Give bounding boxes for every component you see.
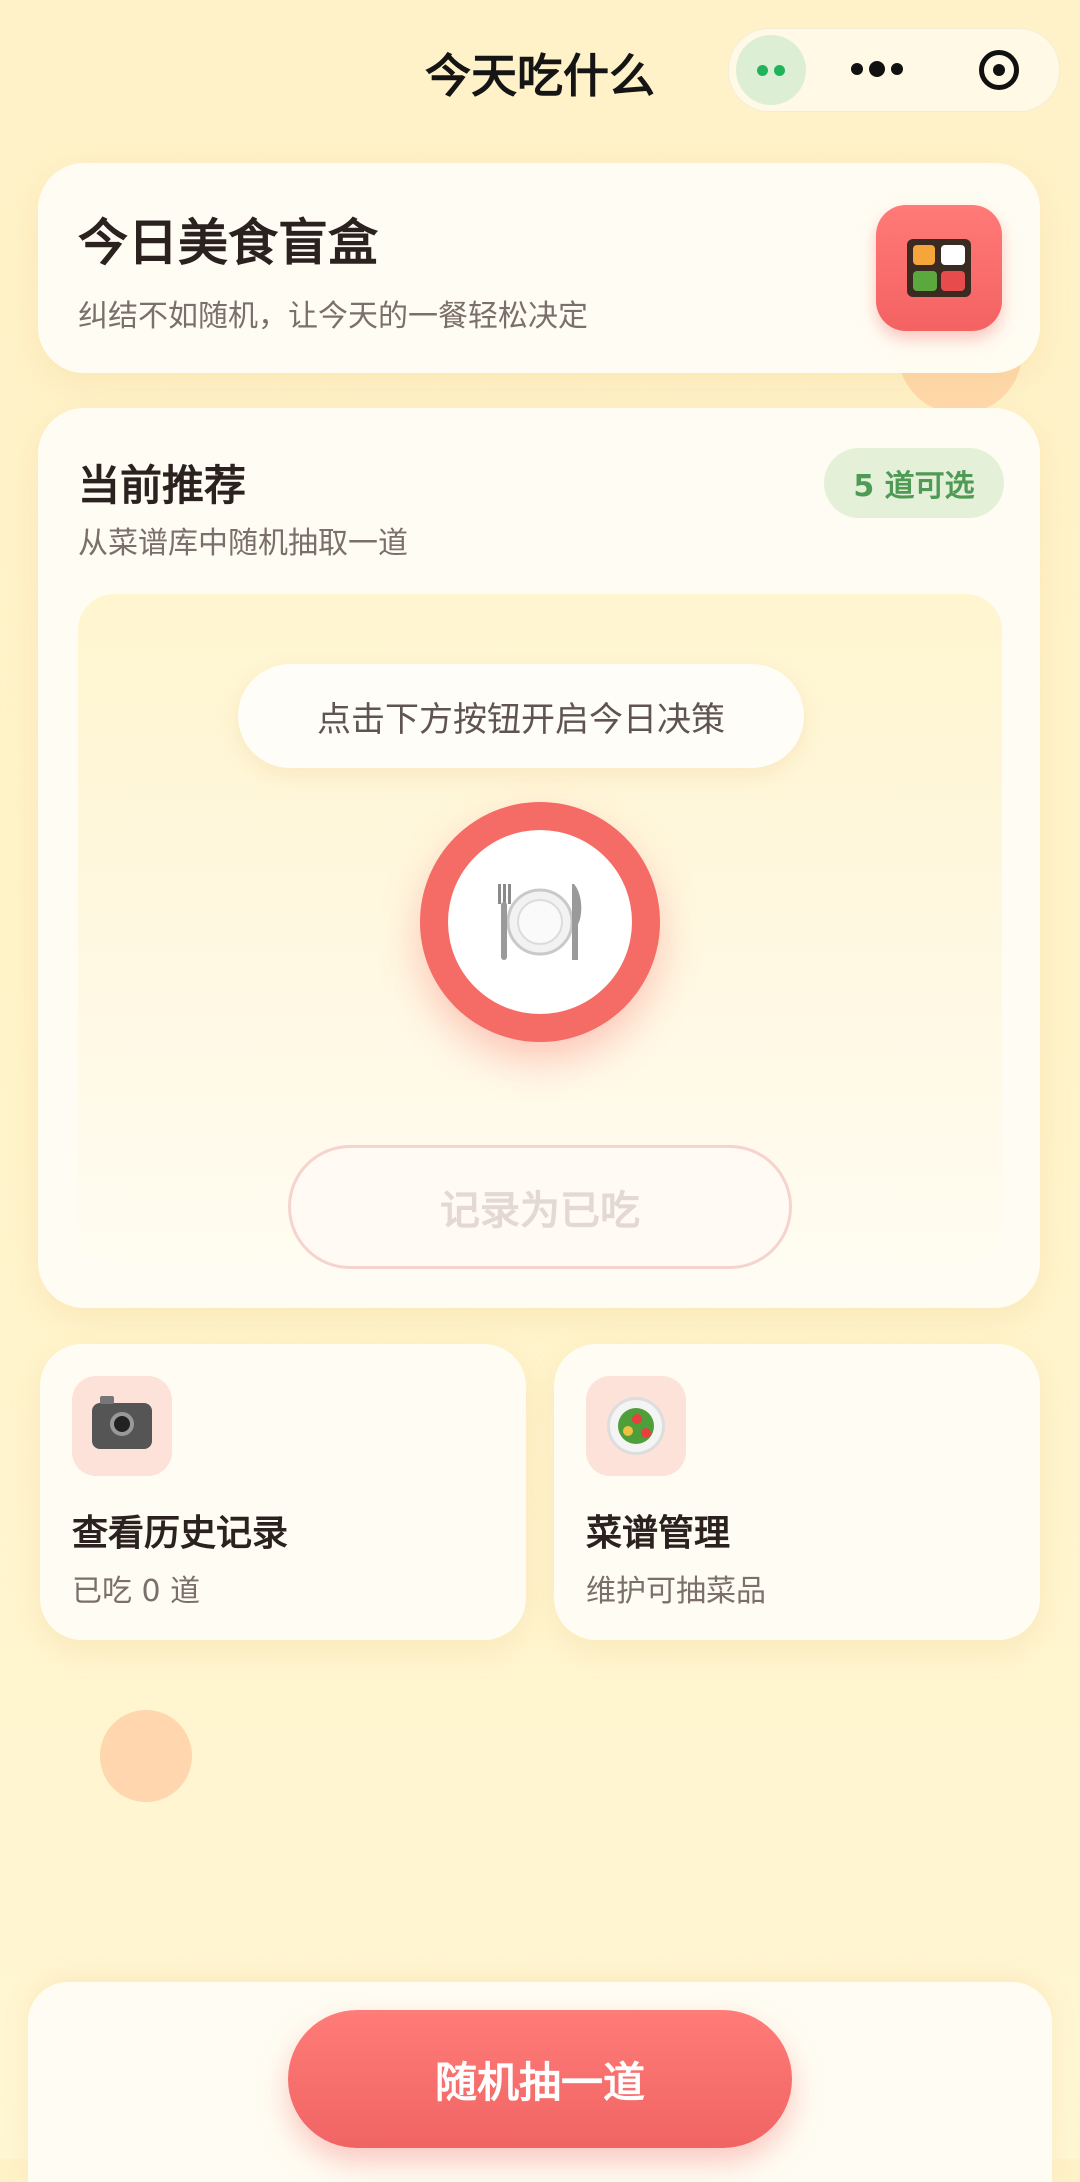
close-target-icon[interactable] — [979, 50, 1019, 90]
page-title: 今日美食盲盒 — [78, 214, 378, 272]
plate-button[interactable] — [420, 802, 660, 1042]
recipe-management-tile[interactable]: 菜谱管理 维护可抽菜品 — [554, 1344, 1040, 1640]
salad-icon — [586, 1376, 686, 1476]
more-options-icon[interactable] — [851, 49, 931, 89]
hint-pill: 点击下方按钮开启今日决策 — [238, 664, 804, 768]
mark-eaten-button[interactable]: 记录为已吃 — [288, 1145, 792, 1269]
header-card: 今日美食盲盒 纠结不如随机，让今天的一餐轻松决定 — [38, 163, 1040, 373]
recipe-management-subtitle: 维护可抽菜品 — [586, 1574, 766, 1609]
history-subtitle: 已吃 0 道 — [72, 1574, 201, 1609]
page-subtitle: 纠结不如随机，让今天的一餐轻松决定 — [78, 299, 588, 334]
recipe-management-title: 菜谱管理 — [586, 1513, 731, 1554]
random-draw-button[interactable]: 随机抽一道 — [288, 2010, 792, 2148]
fork-knife-plate-icon — [498, 884, 582, 960]
navigation-bar: 今天吃什么 — [0, 0, 1080, 145]
history-tile[interactable]: 查看历史记录 已吃 0 道 — [40, 1344, 526, 1640]
decorative-circle — [100, 1710, 192, 1802]
history-title: 查看历史记录 — [72, 1513, 289, 1554]
available-count-badge: 5 道可选 — [824, 448, 1004, 518]
plate-inner — [448, 830, 632, 1014]
recommendation-subtitle: 从菜谱库中随机抽取一道 — [78, 526, 408, 561]
bento-box-icon — [876, 205, 1002, 331]
mini-program-capsule — [728, 28, 1060, 112]
camera-icon — [72, 1376, 172, 1476]
status-dots-icon[interactable] — [736, 35, 806, 105]
recommendation-title: 当前推荐 — [78, 461, 247, 510]
